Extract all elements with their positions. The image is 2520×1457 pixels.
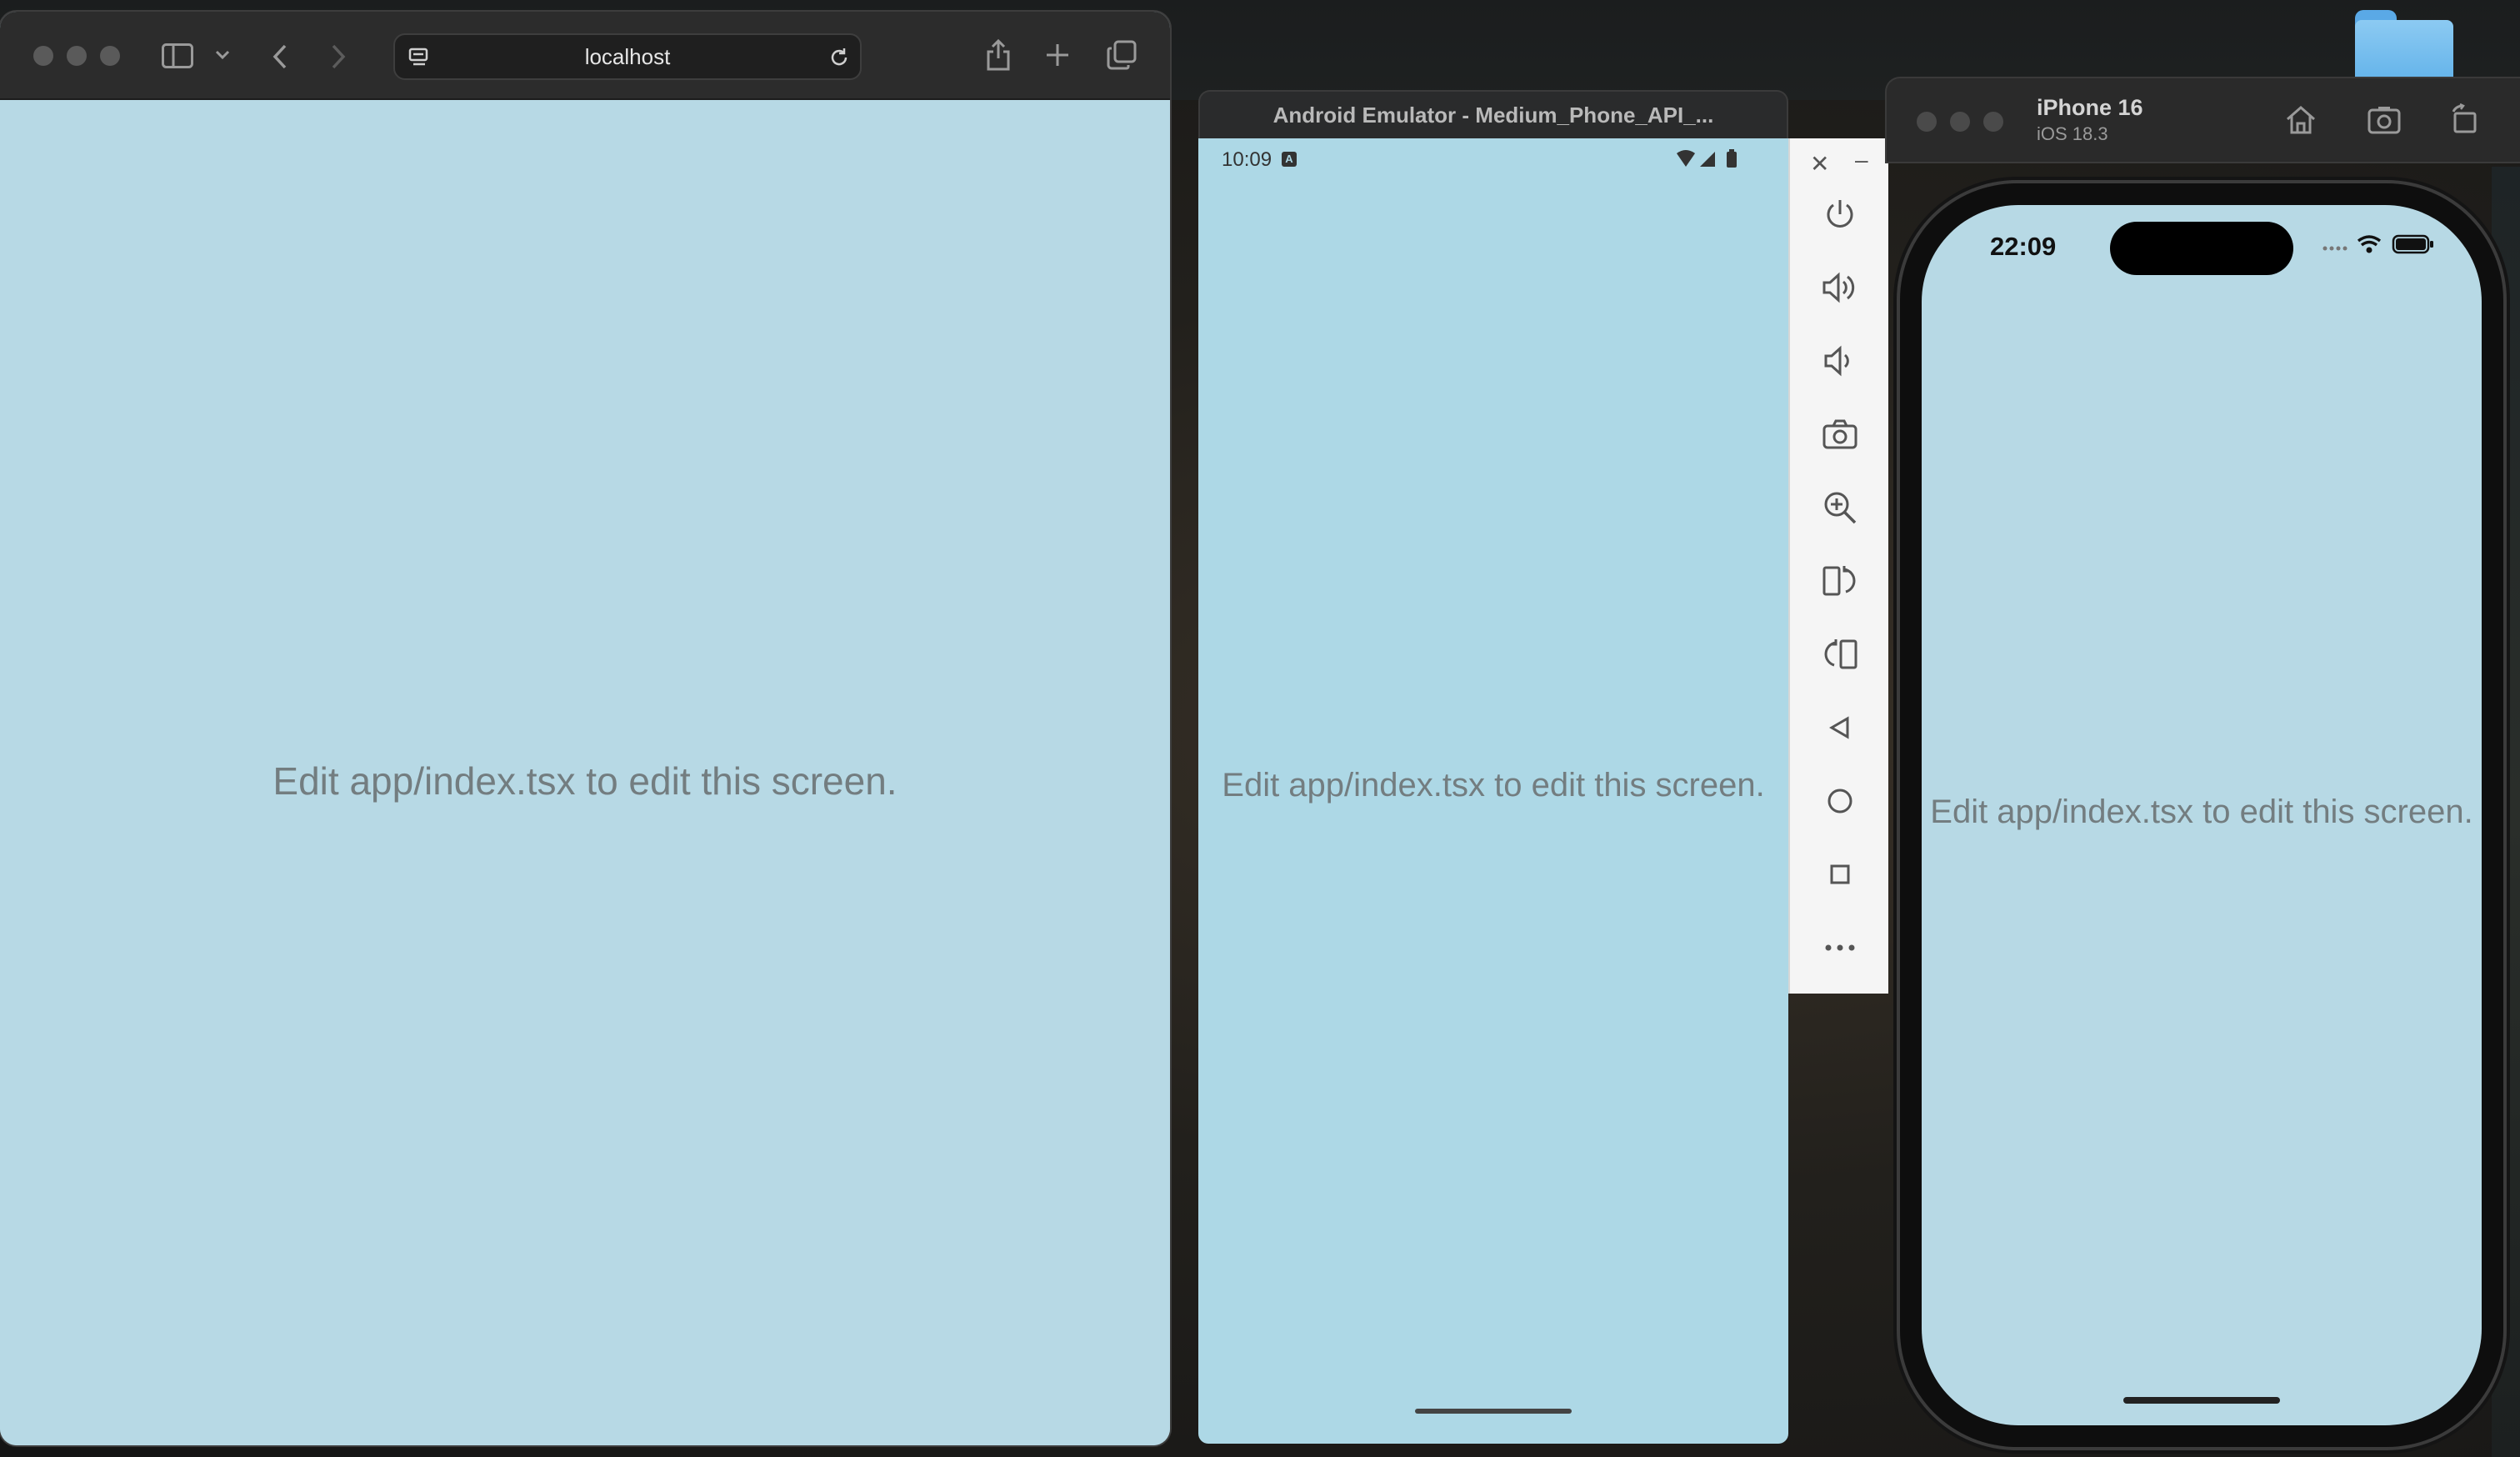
reload-icon[interactable] xyxy=(828,47,850,68)
new-tab-icon[interactable] xyxy=(1045,43,1070,68)
safari-window: localhost Edit app/index.tsx to edit thi… xyxy=(0,12,1170,1445)
rotate-icon[interactable] xyxy=(2448,103,2480,135)
android-status-icons xyxy=(1675,148,1755,174)
notification-a-icon: A xyxy=(1282,152,1297,167)
zoom-icon[interactable] xyxy=(1790,478,1890,537)
share-icon[interactable] xyxy=(985,38,1012,72)
back-triangle-icon[interactable] xyxy=(1790,698,1890,757)
tab-overview-icon[interactable] xyxy=(1107,40,1137,70)
os-version: iOS 18.3 xyxy=(2037,123,2108,144)
emulator-toolbar: ✕ – xyxy=(1788,138,1888,994)
edit-hint-text: Edit app/index.tsx to edit this screen. xyxy=(1930,794,2473,830)
url-text[interactable]: localhost xyxy=(395,35,860,78)
ios-status-time: 22:09 xyxy=(1990,232,2057,261)
home-circle-icon[interactable] xyxy=(1790,772,1890,830)
minimize-icon[interactable]: – xyxy=(1855,147,1868,173)
cellular-signal-icon xyxy=(1700,152,1715,167)
gesture-nav-bar[interactable] xyxy=(1415,1409,1572,1414)
ios-status-icons xyxy=(2322,233,2438,259)
rotate-right-icon[interactable] xyxy=(1790,625,1890,683)
device-name: iPhone 16 xyxy=(2037,95,2143,120)
android-status-time: 10:09 xyxy=(1222,148,1272,171)
home-indicator[interactable] xyxy=(2123,1397,2280,1404)
ios-simulator-titlebar: iPhone 16 iOS 18.3 xyxy=(1885,77,2520,163)
back-arrow-icon[interactable] xyxy=(272,43,288,70)
zoom-traffic-light[interactable] xyxy=(100,46,120,66)
dynamic-island xyxy=(2110,222,2293,275)
rotate-left-icon[interactable] xyxy=(1790,552,1890,610)
cellular-dots-icon xyxy=(2322,246,2348,251)
chevron-down-icon[interactable] xyxy=(215,50,230,60)
folder-icon[interactable] xyxy=(2355,10,2453,85)
volume-up-icon[interactable] xyxy=(1790,258,1890,317)
address-bar[interactable]: localhost xyxy=(393,33,862,80)
home-icon[interactable] xyxy=(2285,105,2317,135)
close-icon[interactable]: ✕ xyxy=(1810,150,1829,178)
close-traffic-light[interactable] xyxy=(33,46,53,66)
safari-page-content: Edit app/index.tsx to edit this screen. xyxy=(0,100,1170,1445)
zoom-traffic-light[interactable] xyxy=(1983,112,2003,132)
android-emulator-window: Android Emulator - Medium_Phone_API_... … xyxy=(1198,90,1788,1444)
wifi-icon xyxy=(2357,235,2382,253)
edit-hint-text: Edit app/index.tsx to edit this screen. xyxy=(272,759,898,803)
forward-arrow-icon[interactable] xyxy=(330,43,347,70)
minimize-traffic-light[interactable] xyxy=(1950,112,1970,132)
power-icon[interactable] xyxy=(1790,185,1890,243)
close-traffic-light[interactable] xyxy=(1917,112,1937,132)
edit-hint-text: Edit app/index.tsx to edit this screen. xyxy=(1222,767,1765,804)
battery-icon xyxy=(1727,149,1737,168)
wifi-icon xyxy=(1677,150,1695,167)
volume-down-icon[interactable] xyxy=(1790,332,1890,390)
iphone-device-frame: 22:09 Edit app/index.tsx to edit this sc… xyxy=(1900,183,2503,1447)
folder-body xyxy=(2355,20,2453,85)
screenshot-icon[interactable] xyxy=(2367,105,2402,135)
minimize-traffic-light[interactable] xyxy=(67,46,87,66)
iphone-screen[interactable]: 22:09 Edit app/index.tsx to edit this sc… xyxy=(1922,205,2482,1425)
more-options-icon[interactable] xyxy=(1790,919,1890,977)
overview-square-icon[interactable] xyxy=(1790,845,1890,904)
screenshot-camera-icon[interactable] xyxy=(1790,405,1890,463)
safari-toolbar: localhost xyxy=(0,12,1170,100)
sidebar-icon[interactable] xyxy=(162,43,193,68)
android-screen[interactable]: 10:09 A Edit app/index.tsx to edit this … xyxy=(1198,138,1788,1444)
android-window-title[interactable]: Android Emulator - Medium_Phone_API_... xyxy=(1198,90,1788,138)
battery-icon xyxy=(2392,234,2433,254)
